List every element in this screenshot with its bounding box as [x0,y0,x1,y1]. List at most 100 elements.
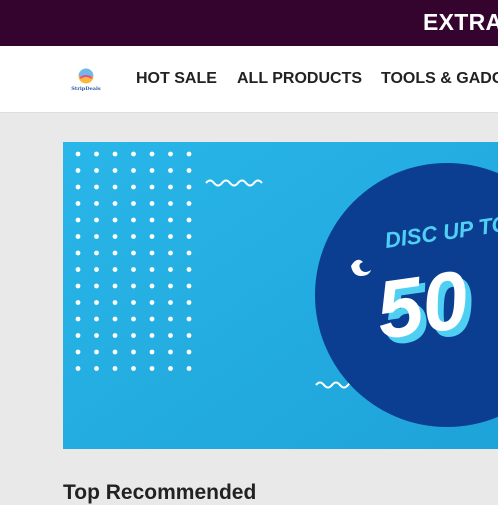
decor-dot [149,184,155,190]
decor-dot [75,234,81,239]
decor-dot [94,267,99,272]
decor-dot [112,366,118,371]
decor-dot [149,250,155,256]
decor-dot [94,349,99,355]
decor-dot [168,234,173,239]
decor-dot [131,168,136,173]
hero-banner-graphic: DISC UP TO 50 50 [63,142,498,449]
decor-dot [131,283,136,289]
decor-dot [94,250,99,256]
decor-dot [168,267,173,272]
decor-dot [168,184,173,190]
decor-dot [112,349,118,355]
decor-dot [75,250,81,256]
decor-dot [112,250,118,256]
hero-banner[interactable]: DISC UP TO 50 50 [63,142,498,449]
decor-dot [75,333,81,338]
decor-dot [168,349,173,355]
decor-dot [94,184,99,190]
decor-dot [94,201,99,206]
decor-dot [112,184,118,190]
decor-dot [149,234,155,239]
decor-dot [131,234,136,239]
decor-dot [94,300,99,305]
decor-dot [94,283,99,289]
decor-dot [186,283,192,289]
decor-dot [168,168,173,173]
decor-dot [75,267,81,272]
decor-dot [131,217,136,223]
decor-dot [186,366,192,371]
decor-dot [186,316,192,322]
decor-dot [186,333,192,338]
decor-dot [168,300,173,305]
decor-dot [75,366,81,371]
decor-dot [112,283,118,289]
decor-dot [168,151,173,157]
decor-dot [186,184,192,190]
decor-dot [112,267,118,272]
decor-dot [94,316,99,322]
main-nav: StripDeals HOT SALE ALL PRODUCTS TOOLS &… [0,46,498,113]
logo-mark-icon [77,67,95,85]
decor-dot [186,267,192,272]
decor-dot [168,316,173,322]
decor-dot [186,349,192,355]
decor-dot [75,283,81,289]
decor-dot [112,316,118,322]
decor-dot [149,300,155,305]
decor-dot [186,168,192,173]
decor-dot [186,217,192,223]
decor-dot [149,333,155,338]
promo-text: EXTRA [423,9,498,35]
decor-dot [131,300,136,305]
decor-dot [94,234,99,239]
promo-bar: EXTRA [0,0,498,46]
discount-value: 50 [371,254,474,357]
nav-item-hot-sale[interactable]: HOT SALE [136,70,217,88]
decor-dot [168,366,173,371]
decor-dot [75,168,81,173]
decor-dot [168,250,173,256]
decor-dot [75,217,81,223]
decor-dot [112,300,118,305]
decor-dot [186,250,192,256]
site-logo[interactable]: StripDeals [66,66,106,96]
decor-dot [149,217,155,223]
decor-dot [149,349,155,355]
nav-item-tools-gadgets[interactable]: TOOLS & GADG [381,70,498,88]
decor-dot [75,316,81,322]
decor-dot [168,333,173,338]
decor-dot [149,316,155,322]
decor-dot [186,300,192,305]
decor-dot [186,201,192,206]
decor-dot [131,349,136,355]
logo-text: StripDeals [71,86,101,92]
decor-dot [186,234,192,239]
decor-dot [149,168,155,173]
decor-dot [94,217,99,223]
decor-dot [112,168,118,173]
decor-dot [112,151,118,157]
decor-dot [75,349,81,355]
decor-dot [94,151,99,157]
decor-dot [149,366,155,371]
decor-dot [94,168,99,173]
decor-dot [131,184,136,190]
decor-dot [149,283,155,289]
decor-dot [149,267,155,272]
decor-dot [186,151,192,157]
decor-dot [94,366,99,371]
decor-dot [131,250,136,256]
decor-dot [168,201,173,206]
decor-dot [149,151,155,157]
decor-dot [131,267,136,272]
decor-dot [112,201,118,206]
decor-dot [131,366,136,371]
decor-dot [75,300,81,305]
decor-dot [131,333,136,338]
decor-dot [94,333,99,338]
nav-item-all-products[interactable]: ALL PRODUCTS [237,70,362,88]
decor-dot [112,333,118,338]
decor-dot [75,201,81,206]
